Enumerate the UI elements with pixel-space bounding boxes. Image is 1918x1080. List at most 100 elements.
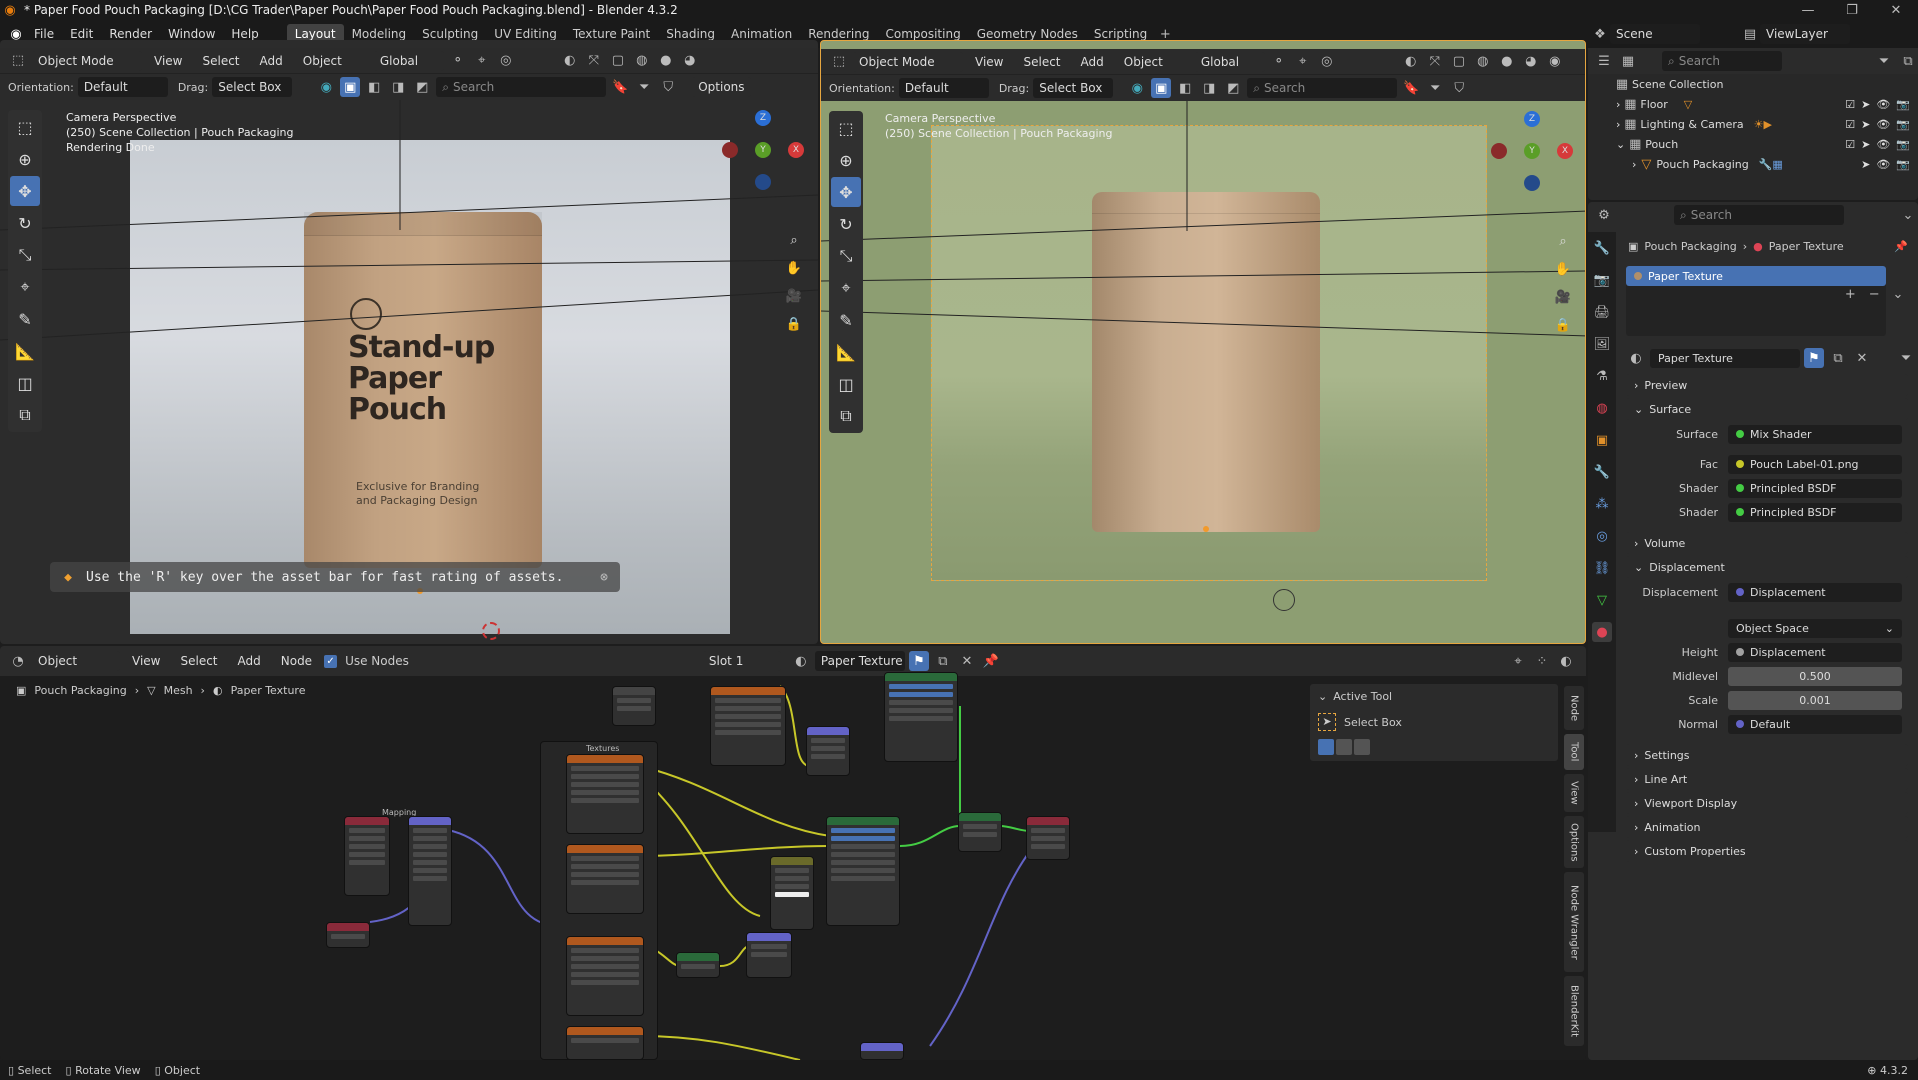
select-extend-icon-right[interactable]: ◧ — [1175, 78, 1195, 98]
gizmo-neg-z-icon[interactable] — [755, 174, 771, 190]
duplicate-material-icon[interactable]: ⧉ — [1828, 348, 1848, 368]
side-tab-blenderkit[interactable]: BlenderKit — [1564, 976, 1584, 1046]
world-tab-icon[interactable]: ◍ — [1592, 398, 1612, 418]
scale-tool-icon[interactable]: ⤡ — [10, 240, 40, 270]
render-tab-icon[interactable]: 📷 — [1592, 270, 1612, 290]
snap-icon-node[interactable]: ⌖ — [1508, 651, 1528, 671]
node-texture-coord[interactable] — [344, 816, 390, 896]
drag-dropdown[interactable]: Select Box — [212, 77, 293, 97]
close-window-icon[interactable]: ✕ — [1874, 0, 1918, 20]
side-tab-view[interactable]: View — [1564, 774, 1584, 812]
modifier-tab-icon[interactable]: 🔧 — [1592, 462, 1612, 482]
mode-subtract-icon[interactable] — [1354, 739, 1370, 755]
data-tab-icon[interactable]: ▽ — [1592, 590, 1612, 610]
gizmo-icon-right[interactable]: ⤧ — [1425, 52, 1445, 72]
shading-solid-icon[interactable]: ● — [656, 51, 676, 71]
gizmo-x-icon-r[interactable]: X — [1557, 143, 1573, 159]
outliner-editor-icon[interactable]: ☰ — [1594, 51, 1614, 71]
shading-wire-icon-right[interactable]: ◍ — [1473, 52, 1493, 72]
constraint-tab-icon[interactable]: ⛓ — [1592, 558, 1612, 578]
transform-tool-icon[interactable]: ⌖ — [10, 272, 40, 302]
overlay-icon-node[interactable]: ◐ — [1556, 651, 1576, 671]
select-tool-icon-r[interactable]: ⬚ — [831, 113, 861, 143]
mode-selector-right[interactable]: Object Mode — [853, 51, 963, 72]
outliner-item-pouch-packaging[interactable]: › ▽ Pouch Packaging 🔧▦ ➤ 👁 📷 — [1588, 154, 1918, 174]
panel-surface[interactable]: ⌄ Surface — [1626, 398, 1908, 420]
node-principled-bsdf[interactable] — [826, 816, 900, 926]
material-browse-icon[interactable]: ◐ — [1626, 348, 1646, 368]
close-hint-icon[interactable]: ⊗ — [594, 567, 614, 587]
maximize-icon[interactable]: ❐ — [1830, 0, 1874, 20]
material-slot-item[interactable]: Paper Texture — [1626, 266, 1886, 286]
vp-right-menu-add[interactable]: Add — [1073, 55, 1112, 69]
viewport-left[interactable]: ⬚ Object Mode View Select Add Object Glo… — [0, 40, 818, 644]
select-tool-icon[interactable]: ⬚ — [10, 112, 40, 142]
pan-icon-r[interactable]: ✋ — [1553, 259, 1573, 279]
node-image-basecolor[interactable] — [566, 754, 644, 834]
panel-displacement[interactable]: ⌄ Displacement — [1626, 556, 1908, 578]
outliner-search[interactable]: ⌕ Search — [1662, 51, 1782, 71]
checkbox-icon[interactable]: ☑ — [1845, 138, 1855, 151]
orientation-dropdown-right[interactable]: Default — [898, 78, 989, 98]
render-camera-icon[interactable]: 📷 — [1896, 98, 1910, 111]
snap-icon[interactable]: ⌖ — [472, 51, 492, 71]
bookmark-icon-right[interactable]: 🔖 — [1401, 78, 1421, 98]
node-normal-map[interactable] — [746, 932, 792, 978]
shading-material-icon-right[interactable]: ◕ — [1521, 52, 1541, 72]
node-image-normal[interactable] — [566, 936, 644, 1016]
zoom-icon[interactable]: ⌕ — [784, 230, 804, 250]
node-mix-shader[interactable] — [958, 812, 1002, 852]
gizmo-z-icon-r[interactable]: Z — [1524, 111, 1540, 127]
pivot-icon[interactable]: ⚬ — [448, 51, 468, 71]
select-extend-icon[interactable]: ◧ — [364, 77, 384, 97]
displacement-field[interactable]: Displacement — [1728, 582, 1902, 602]
unlink-material-icon[interactable]: ✕ — [1852, 348, 1872, 368]
select-mode-icon-right[interactable]: ▣ — [1151, 78, 1172, 98]
select-arrow-icon[interactable]: ➤ — [1861, 98, 1870, 111]
filter-icon[interactable]: ⏷ — [634, 77, 654, 97]
xray-icon-right[interactable]: ▢ — [1449, 52, 1469, 72]
vp-right-menu-object[interactable]: Object — [1116, 55, 1171, 69]
vp-right-menu-select[interactable]: Select — [1015, 55, 1068, 69]
panel-custom-properties[interactable]: › Custom Properties — [1626, 840, 1908, 862]
pin-icon[interactable]: 📌 — [1894, 240, 1908, 253]
node-image-roughness[interactable] — [566, 844, 644, 914]
vp-right-search[interactable]: ⌕ Search — [1247, 78, 1398, 98]
tool-tab-icon[interactable]: 🔧 — [1592, 238, 1612, 258]
node-material-output[interactable] — [1026, 816, 1070, 860]
main-menu-render[interactable]: Render — [101, 27, 160, 41]
outliner-filter-icon[interactable]: ⏷ — [1874, 51, 1894, 71]
outliner-item-floor[interactable]: › ▦ Floor ▽ ☑ ➤ 👁 📷 — [1588, 94, 1918, 114]
vp-left-menu-object[interactable]: Object — [295, 54, 350, 68]
xray-icon[interactable]: ▢ — [608, 51, 628, 71]
eye-icon[interactable]: 👁 — [1876, 118, 1890, 131]
gizmo-neg-x-icon-r[interactable] — [1491, 143, 1507, 159]
outliner-item-lighting[interactable]: › ▦ Lighting & Camera ☀▶ ☑ ➤ 👁 📷 — [1588, 114, 1918, 134]
annotate-tool-icon-r[interactable]: ✎ — [831, 305, 861, 335]
object-tab-icon[interactable]: ▣ — [1592, 430, 1612, 450]
add-slot-icon[interactable]: + — [1840, 284, 1860, 304]
mode-new-icon[interactable] — [1318, 739, 1334, 755]
outliner-item-pouch[interactable]: ⌄ ▦ Pouch ☑ ➤ 👁 📷 — [1588, 134, 1918, 154]
node-image-label[interactable] — [710, 686, 786, 766]
shading-solid-icon-right[interactable]: ● — [1497, 52, 1517, 72]
side-tab-tool[interactable]: Tool — [1564, 734, 1584, 770]
view-layer-selector[interactable]: ViewLayer — [1760, 24, 1850, 44]
panel-viewport-display[interactable]: › Viewport Display — [1626, 792, 1908, 814]
mode-extend-icon[interactable] — [1336, 739, 1352, 755]
material-tab-icon[interactable]: ● — [1592, 622, 1612, 642]
select-mode-icon[interactable]: ▣ — [340, 77, 361, 97]
pan-icon[interactable]: ✋ — [784, 258, 804, 278]
main-menu-help[interactable]: Help — [223, 27, 266, 41]
scale-field[interactable]: 0.001 — [1728, 690, 1902, 710]
shading-wire-icon[interactable]: ◍ — [632, 51, 652, 71]
panel-volume[interactable]: › Volume — [1626, 532, 1908, 554]
snap-icon-right[interactable]: ⌖ — [1293, 52, 1313, 72]
panel-preview[interactable]: › Preview — [1626, 374, 1908, 396]
midlevel-field[interactable]: 0.500 — [1728, 666, 1902, 686]
add-cube-tool-icon[interactable]: ◫ — [10, 368, 40, 398]
select-subtract-icon[interactable]: ◨ — [388, 77, 408, 97]
height-field[interactable]: Displacement — [1728, 642, 1902, 662]
overlay-icon-right[interactable]: ◐ — [1401, 52, 1421, 72]
scale-tool-icon-r[interactable]: ⤡ — [831, 241, 861, 271]
